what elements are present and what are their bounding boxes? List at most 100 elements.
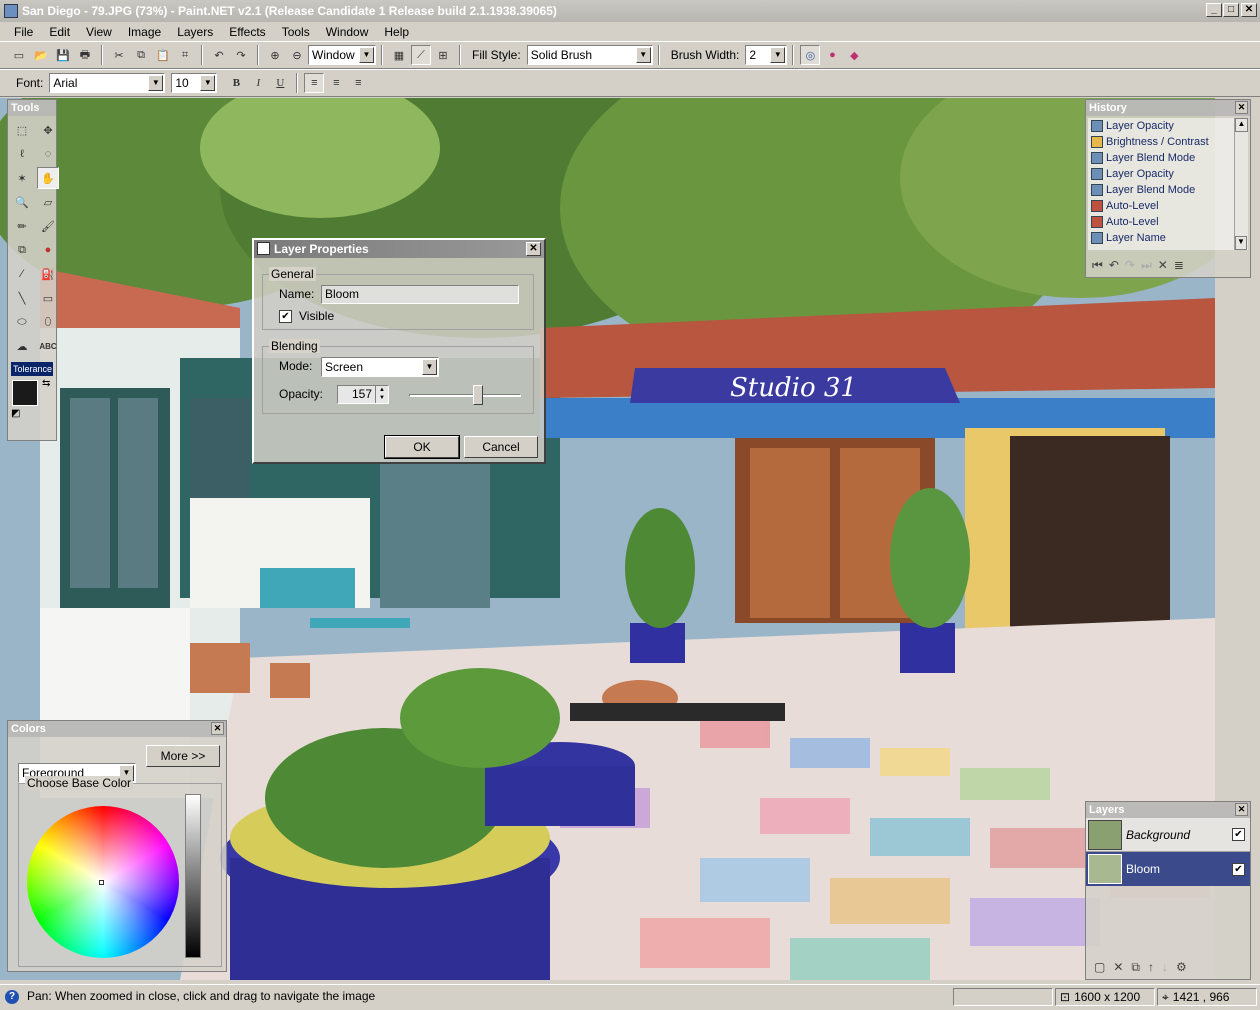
align-left-icon[interactable]: ≡ [304, 73, 325, 93]
menu-window[interactable]: Window [318, 25, 377, 39]
add-layer-icon[interactable]: ▢ [1094, 960, 1105, 975]
history-item[interactable]: Brightness / Contrast [1088, 134, 1236, 150]
underline-button[interactable]: U [270, 73, 290, 93]
text-icon[interactable]: ABC [37, 335, 59, 357]
menu-help[interactable]: Help [376, 25, 417, 39]
cut-icon[interactable]: ✂ [109, 45, 129, 65]
maximize-button[interactable]: □ [1223, 3, 1239, 17]
line-icon[interactable]: ╲ [11, 287, 33, 309]
fast-forward-icon[interactable]: ⏭ [1141, 258, 1152, 273]
undo-icon[interactable]: ↶ [209, 45, 229, 65]
open-icon[interactable]: 📂 [31, 45, 51, 65]
tolerance-slider[interactable]: Tolerance [11, 362, 53, 376]
layer-visible-checkbox[interactable]: ✔ [1232, 828, 1245, 841]
blend-mode-combo[interactable]: Screen ▼ [321, 357, 439, 377]
history-scrollbar[interactable]: ▲ ▼ [1234, 118, 1248, 250]
freeform-shape-icon[interactable]: ☁ [11, 335, 33, 357]
close-icon[interactable]: ✕ [1235, 803, 1248, 816]
layer-properties-icon[interactable]: ⚙ [1176, 960, 1187, 975]
italic-button[interactable]: I [248, 73, 268, 93]
visible-checkbox[interactable]: ✔ [279, 310, 292, 323]
color-picker-icon[interactable]: ⁄ [11, 263, 33, 285]
cancel-button[interactable]: Cancel [464, 436, 538, 458]
ruler-icon[interactable]: ⊞ [433, 45, 453, 65]
color-wheel[interactable] [27, 806, 179, 958]
rounded-rectangle-icon[interactable]: ⬭ [11, 311, 33, 333]
grid-icon[interactable]: ▦ [389, 45, 409, 65]
move-layer-down-icon[interactable]: ↓ [1162, 960, 1168, 975]
layer-row-bloom[interactable]: Bloom ✔ [1086, 852, 1250, 886]
zoom-in-icon[interactable]: ⊕ [265, 45, 285, 65]
crop-icon[interactable]: ⌗ [175, 45, 195, 65]
ellipse-select-icon[interactable]: ◌ [37, 143, 59, 165]
layer-name-input[interactable]: Bloom [321, 285, 519, 304]
brush-width-combo[interactable]: 2 ▼ [745, 45, 788, 65]
undo-icon[interactable]: ↶ [1109, 258, 1119, 273]
rectangle-icon[interactable]: ▭ [37, 287, 59, 309]
view-combo[interactable]: Window ▼ [308, 45, 376, 65]
history-item[interactable]: Layer Blend Mode [1088, 150, 1236, 166]
close-button[interactable]: ✕ [1241, 3, 1257, 17]
menu-tools[interactable]: Tools [274, 25, 318, 39]
zoom-out-icon[interactable]: ⊖ [287, 45, 307, 65]
scroll-down-icon[interactable]: ▼ [1235, 236, 1247, 250]
blend-overwrite-icon[interactable]: ◆ [844, 45, 864, 65]
menu-layers[interactable]: Layers [169, 25, 221, 39]
opacity-spinner[interactable]: 157 ▲ ▼ [337, 385, 389, 404]
zoom-icon[interactable]: 🔍 [11, 191, 33, 213]
paste-icon[interactable]: 📋 [153, 45, 173, 65]
history-item[interactable]: Auto-Level [1088, 198, 1236, 214]
duplicate-layer-icon[interactable]: ⧉ [1131, 960, 1140, 975]
rewind-icon[interactable]: ⏮ [1092, 258, 1103, 273]
copy-icon[interactable]: ⧉ [131, 45, 151, 65]
flatten-history-icon[interactable]: ≣ [1174, 258, 1184, 273]
layer-visible-checkbox[interactable]: ✔ [1232, 862, 1245, 876]
move-layer-up-icon[interactable]: ↑ [1148, 960, 1154, 975]
history-item[interactable]: Layer Blend Mode [1088, 182, 1236, 198]
scroll-up-icon[interactable]: ▲ [1235, 118, 1248, 132]
close-icon[interactable]: ✕ [211, 722, 224, 735]
history-item[interactable]: Layer Opacity [1088, 118, 1236, 134]
magic-wand-icon[interactable]: ✶ [11, 167, 33, 189]
rectangle-select-icon[interactable]: ⬚ [11, 119, 33, 141]
save-icon[interactable]: 💾 [53, 45, 73, 65]
align-right-icon[interactable]: ≡ [348, 73, 368, 93]
menu-effects[interactable]: Effects [221, 25, 273, 39]
antialias-icon[interactable]: ⟋ [411, 45, 431, 65]
pan-hand-icon[interactable]: ✋ [37, 167, 59, 189]
recolor-icon[interactable]: ● [37, 239, 59, 261]
reset-colors-icon[interactable]: ◩ [11, 408, 20, 419]
more-button[interactable]: More >> [146, 745, 220, 767]
paintbrush-icon[interactable]: 🖌 [37, 215, 59, 237]
redo-icon[interactable]: ↷ [231, 45, 251, 65]
new-icon[interactable]: ▭ [9, 45, 29, 65]
opacity-slider-track[interactable] [409, 394, 521, 397]
eraser-icon[interactable]: ▱ [37, 191, 59, 213]
pencil-icon[interactable]: ✏ [11, 215, 33, 237]
menu-view[interactable]: View [78, 25, 120, 39]
fill-style-combo[interactable]: Solid Brush ▼ [526, 45, 653, 65]
history-item[interactable]: Auto-Level [1088, 214, 1236, 230]
ellipse-icon[interactable]: ⬯ [37, 311, 59, 333]
lasso-icon[interactable]: ℓ [11, 143, 33, 165]
menu-edit[interactable]: Edit [41, 25, 78, 39]
align-center-icon[interactable]: ≡ [326, 73, 346, 93]
print-icon[interactable]: 🖶 [75, 45, 95, 65]
close-icon[interactable]: ✕ [526, 242, 541, 256]
history-item[interactable]: Layer Name [1088, 230, 1236, 246]
menu-file[interactable]: File [6, 25, 41, 39]
delete-layer-icon[interactable]: ✕ [1113, 960, 1123, 975]
swap-colors-icon[interactable]: ⇆ [42, 378, 50, 389]
font-combo[interactable]: Arial ▼ [49, 73, 166, 93]
font-size-combo[interactable]: 10 ▼ [171, 73, 218, 93]
move-icon[interactable]: ✥ [37, 119, 59, 141]
ok-button[interactable]: OK [384, 435, 460, 459]
brightness-slider[interactable] [185, 794, 201, 958]
blend-normal-icon[interactable]: ● [822, 45, 842, 65]
minimize-button[interactable]: _ [1206, 3, 1222, 17]
close-icon[interactable]: ✕ [1235, 101, 1248, 114]
clear-history-icon[interactable]: ✕ [1158, 258, 1168, 273]
menu-image[interactable]: Image [120, 25, 169, 39]
paint-bucket-icon[interactable]: ⛽ [37, 263, 59, 285]
clone-stamp-icon[interactable]: ⧉ [11, 239, 33, 261]
